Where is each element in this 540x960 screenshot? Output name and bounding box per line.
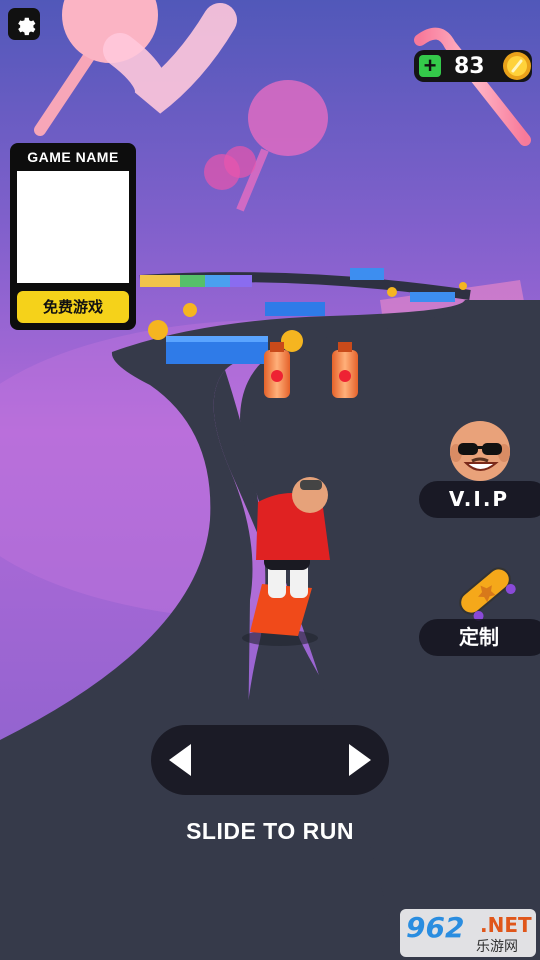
coin-counter: + 83 — [414, 50, 532, 82]
add-coins-button[interactable]: + — [419, 55, 441, 77]
coin-count: 83 — [454, 54, 485, 79]
free-game-button[interactable]: 免费游戏 — [17, 291, 129, 323]
slide-control[interactable] — [151, 725, 389, 795]
watermark-domain: .NET — [480, 913, 532, 937]
slide-hint: SLIDE TO RUN — [186, 818, 354, 844]
ad-panel: GAME NAME 免费游戏 — [10, 143, 136, 330]
settings-button[interactable] — [8, 8, 40, 40]
watermark-subtitle: 乐游网 — [476, 939, 518, 955]
gear-icon — [18, 17, 36, 36]
coin-icon — [503, 52, 531, 80]
site-watermark: 962 .NET 乐游网 — [400, 909, 536, 957]
watermark-number: 962 — [406, 911, 465, 944]
skateboard-icon[interactable] — [448, 556, 522, 626]
customize-button[interactable]: 定制 — [419, 619, 540, 656]
ad-image[interactable] — [17, 171, 129, 283]
arrow-right-icon — [349, 744, 371, 776]
vip-face-icon[interactable] — [444, 413, 516, 485]
ad-title: GAME NAME — [27, 149, 119, 165]
vip-button[interactable]: V.I.P — [419, 481, 540, 518]
arrow-left-icon — [169, 744, 191, 776]
